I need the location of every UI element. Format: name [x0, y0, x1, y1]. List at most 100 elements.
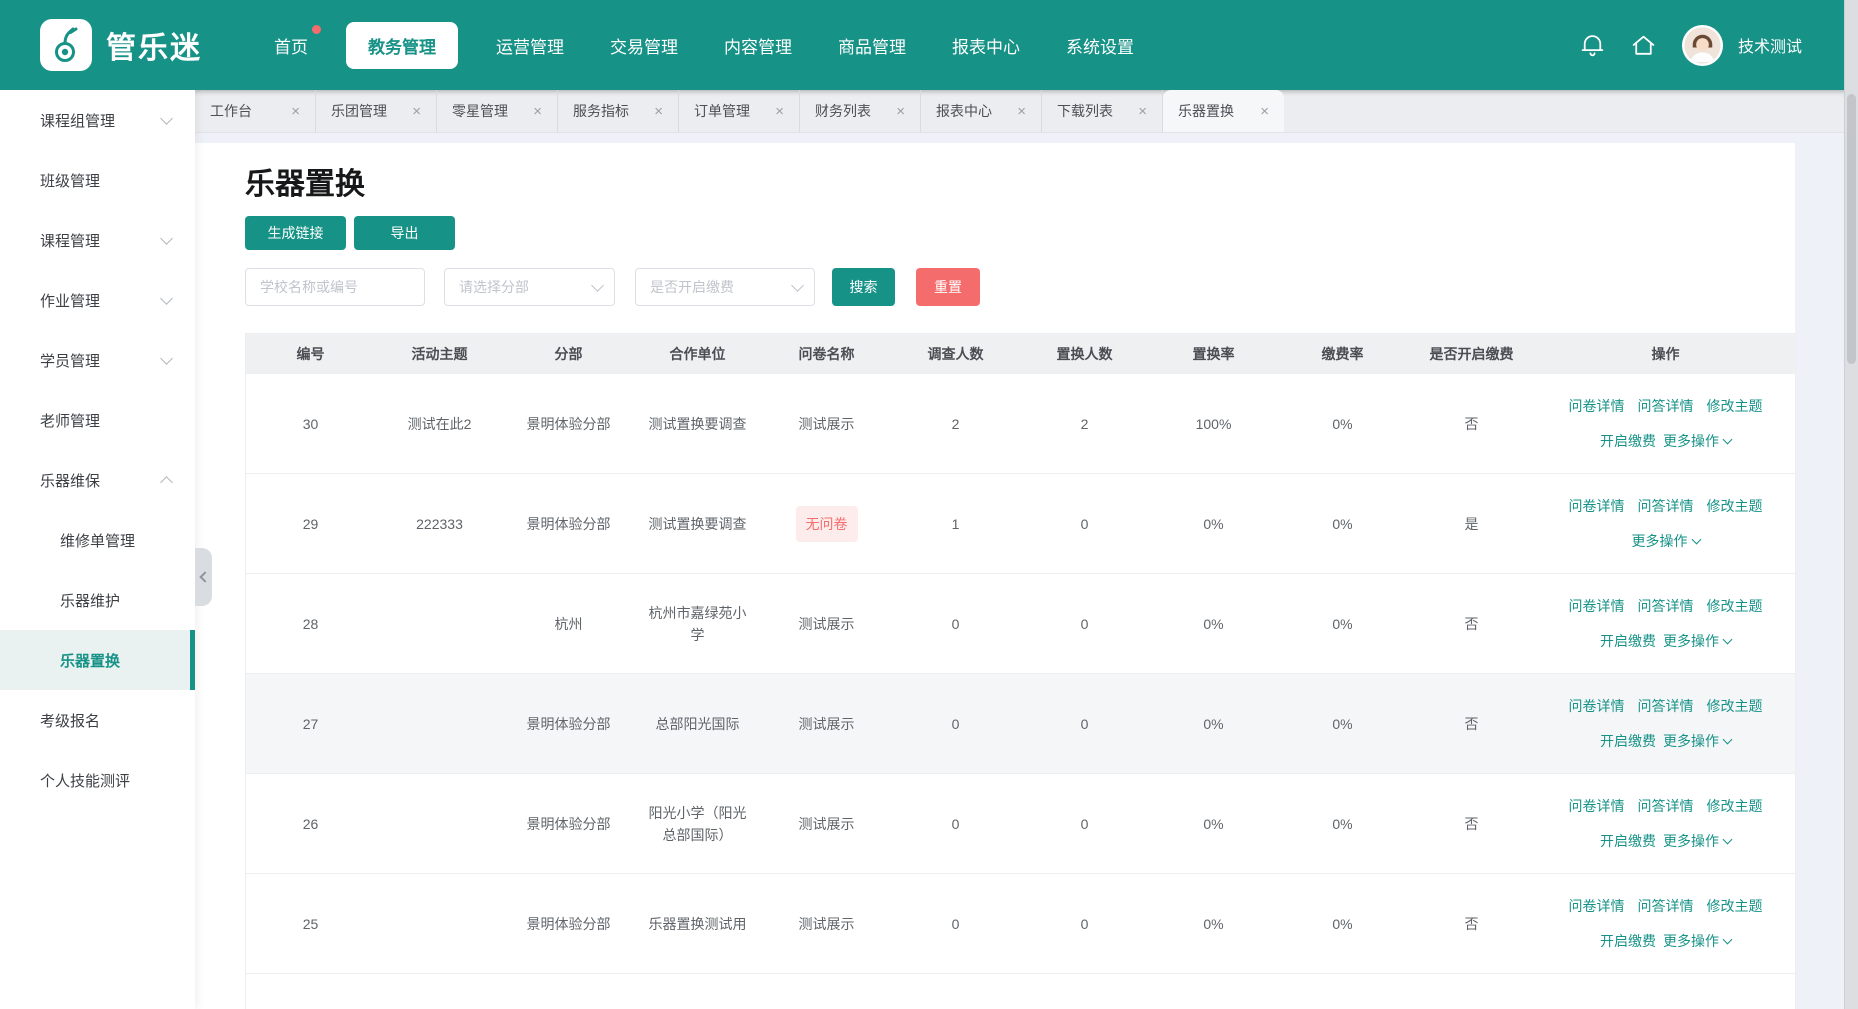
- sidebar-item-1[interactable]: 班级管理: [0, 150, 195, 210]
- action-link[interactable]: 问答详情: [1638, 895, 1694, 917]
- tab-label: 订单管理: [694, 101, 750, 121]
- action-link[interactable]: 修改主题: [1707, 595, 1763, 617]
- action-link[interactable]: 问卷详情: [1569, 495, 1625, 517]
- action-link[interactable]: 问卷详情: [1569, 595, 1625, 617]
- nav-item-2[interactable]: 运营管理: [488, 33, 572, 58]
- sidebar-item-0[interactable]: 课程组管理: [0, 90, 195, 150]
- tab-4[interactable]: 订单管理 ×: [679, 90, 800, 132]
- tab-close-icon[interactable]: ×: [654, 103, 663, 120]
- action-link[interactable]: 修改主题: [1707, 495, 1763, 517]
- action-link[interactable]: 开启缴费: [1600, 830, 1656, 852]
- action-link[interactable]: 修改主题: [1707, 795, 1763, 817]
- search-button[interactable]: 搜索: [832, 268, 895, 306]
- action-link[interactable]: 问答详情: [1638, 595, 1694, 617]
- actions-line-2: 开启缴费更多操作: [1600, 630, 1731, 652]
- nav-item-6[interactable]: 报表中心: [944, 33, 1028, 58]
- tab-close-icon[interactable]: ×: [412, 103, 421, 120]
- sidebar-item-label: 学员管理: [40, 350, 162, 371]
- generate-link-button[interactable]: 生成链接: [245, 216, 346, 250]
- action-link[interactable]: 问答详情: [1638, 695, 1694, 717]
- tab-close-icon[interactable]: ×: [896, 103, 905, 120]
- tab-0[interactable]: 工作台×: [195, 90, 316, 132]
- sidebar-item-4[interactable]: 学员管理: [0, 330, 195, 390]
- action-link[interactable]: 问卷详情: [1569, 795, 1625, 817]
- sidebar-collapse-handle[interactable]: [195, 548, 212, 606]
- actions-line-1: 问卷详情问答详情修改主题: [1569, 395, 1763, 417]
- tab-2[interactable]: 零星管理×: [437, 90, 558, 132]
- avatar[interactable]: [1681, 24, 1724, 67]
- sidebar-item-6[interactable]: 乐器维保: [0, 450, 195, 510]
- window-scrollbar[interactable]: [1844, 0, 1858, 1009]
- tab-5[interactable]: 财务列表 ×: [800, 90, 921, 132]
- tab-6[interactable]: 报表中心×: [921, 90, 1042, 132]
- row-actions: 问卷详情问答详情修改主题开启缴费更多操作: [1536, 874, 1795, 973]
- tab-close-icon[interactable]: ×: [533, 103, 542, 120]
- reset-button[interactable]: 重置: [916, 268, 980, 306]
- tab-close-icon[interactable]: ×: [775, 103, 784, 120]
- action-link[interactable]: 问答详情: [1638, 795, 1694, 817]
- tab-close-icon[interactable]: ×: [1138, 103, 1147, 120]
- action-link[interactable]: 更多操作: [1663, 830, 1731, 852]
- nav-item-5[interactable]: 商品管理: [830, 33, 914, 58]
- action-link[interactable]: 更多操作: [1663, 430, 1731, 452]
- column-header-7: 置换率: [1149, 334, 1278, 374]
- tab-8[interactable]: 乐器置换×: [1163, 90, 1284, 132]
- action-link[interactable]: 问卷详情: [1569, 395, 1625, 417]
- sidebar-subitem-6-2[interactable]: 乐器置换: [0, 630, 195, 690]
- action-link[interactable]: 开启缴费: [1600, 730, 1656, 752]
- home-icon[interactable]: [1630, 32, 1657, 59]
- tab-label: 财务列表: [815, 101, 871, 121]
- action-link[interactable]: 开启缴费: [1600, 630, 1656, 652]
- sidebar-item-7[interactable]: 考级报名: [0, 690, 195, 750]
- nav-item-3[interactable]: 交易管理: [602, 33, 686, 58]
- tab-1[interactable]: 乐团管理×: [316, 90, 437, 132]
- sidebar-item-5[interactable]: 老师管理: [0, 390, 195, 450]
- sidebar-item-3[interactable]: 作业管理: [0, 270, 195, 330]
- school-search-input[interactable]: [245, 268, 425, 306]
- action-link[interactable]: 问答详情: [1638, 495, 1694, 517]
- action-link[interactable]: 问答详情: [1638, 395, 1694, 417]
- sidebar-subitem-6-0[interactable]: 维修单管理: [0, 510, 195, 570]
- export-button[interactable]: 导出: [354, 216, 455, 250]
- tab-3[interactable]: 服务指标×: [558, 90, 679, 132]
- notification-bell-icon[interactable]: [1579, 32, 1606, 59]
- scrollbar-thumb[interactable]: [1847, 94, 1856, 364]
- branch-select[interactable]: 请选择分部: [444, 268, 615, 306]
- row-actions: 问卷详情问答详情修改主题开启缴费更多操作: [1536, 374, 1795, 473]
- actions-line-2: 开启缴费更多操作: [1600, 830, 1731, 852]
- tab-close-icon[interactable]: ×: [291, 103, 300, 120]
- nav-item-0[interactable]: 首页: [266, 33, 316, 58]
- nav-item-7[interactable]: 系统设置: [1058, 33, 1142, 58]
- cell-fee-enabled: 否: [1407, 574, 1536, 673]
- cell-theme: [375, 574, 504, 673]
- sidebar-item-8[interactable]: 个人技能测评: [0, 750, 195, 810]
- tab-7[interactable]: 下载列表×: [1042, 90, 1163, 132]
- tab-close-icon[interactable]: ×: [1260, 103, 1269, 120]
- cell-survey: 测试展示: [762, 574, 891, 673]
- action-link[interactable]: 修改主题: [1707, 695, 1763, 717]
- tab-close-icon[interactable]: ×: [1017, 103, 1026, 120]
- cell-replace-rate: 0%: [1149, 874, 1278, 973]
- cell-partner: 测试置换要调查: [633, 474, 762, 573]
- cell-surveyed-count: 0: [891, 674, 1020, 773]
- action-link[interactable]: 开启缴费: [1600, 930, 1656, 952]
- action-link[interactable]: 问卷详情: [1569, 695, 1625, 717]
- app-logo[interactable]: 管乐迷: [40, 19, 202, 71]
- sidebar-subitem-6-1[interactable]: 乐器维护: [0, 570, 195, 630]
- action-link[interactable]: 修改主题: [1707, 895, 1763, 917]
- action-link[interactable]: 更多操作: [1663, 630, 1731, 652]
- action-link[interactable]: 更多操作: [1663, 930, 1731, 952]
- user-name[interactable]: 技术测试: [1738, 33, 1802, 57]
- nav-item-4[interactable]: 内容管理: [716, 33, 800, 58]
- cell-replaced-count: 0: [1020, 474, 1149, 573]
- sidebar-item-label: 个人技能测评: [40, 770, 171, 791]
- action-link[interactable]: 问卷详情: [1569, 895, 1625, 917]
- action-link[interactable]: 更多操作: [1632, 530, 1700, 552]
- action-link[interactable]: 开启缴费: [1600, 430, 1656, 452]
- action-link[interactable]: 更多操作: [1663, 730, 1731, 752]
- cell-partner: 总部阳光国际: [633, 674, 762, 773]
- sidebar-item-2[interactable]: 课程管理: [0, 210, 195, 270]
- nav-item-1[interactable]: 教务管理: [346, 22, 458, 69]
- fee-enabled-select[interactable]: 是否开启缴费: [635, 268, 815, 306]
- action-link[interactable]: 修改主题: [1707, 395, 1763, 417]
